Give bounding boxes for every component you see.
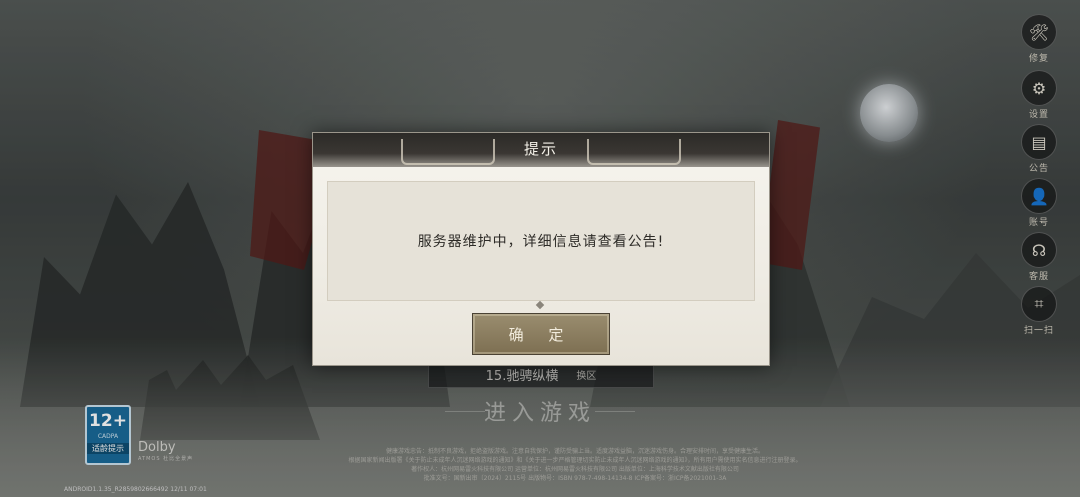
notice-dialog: 提示 服务器维护中，详细信息请查看公告! 确 定 <box>312 132 770 366</box>
diamond-divider-icon <box>535 300 545 310</box>
dialog-title: 提示 <box>523 140 558 158</box>
confirm-button[interactable]: 确 定 <box>472 313 610 355</box>
dialog-body: 服务器维护中，详细信息请查看公告! <box>327 181 755 301</box>
dialog-header: 提示 <box>313 133 769 167</box>
dialog-message: 服务器维护中，详细信息请查看公告! <box>417 234 665 250</box>
